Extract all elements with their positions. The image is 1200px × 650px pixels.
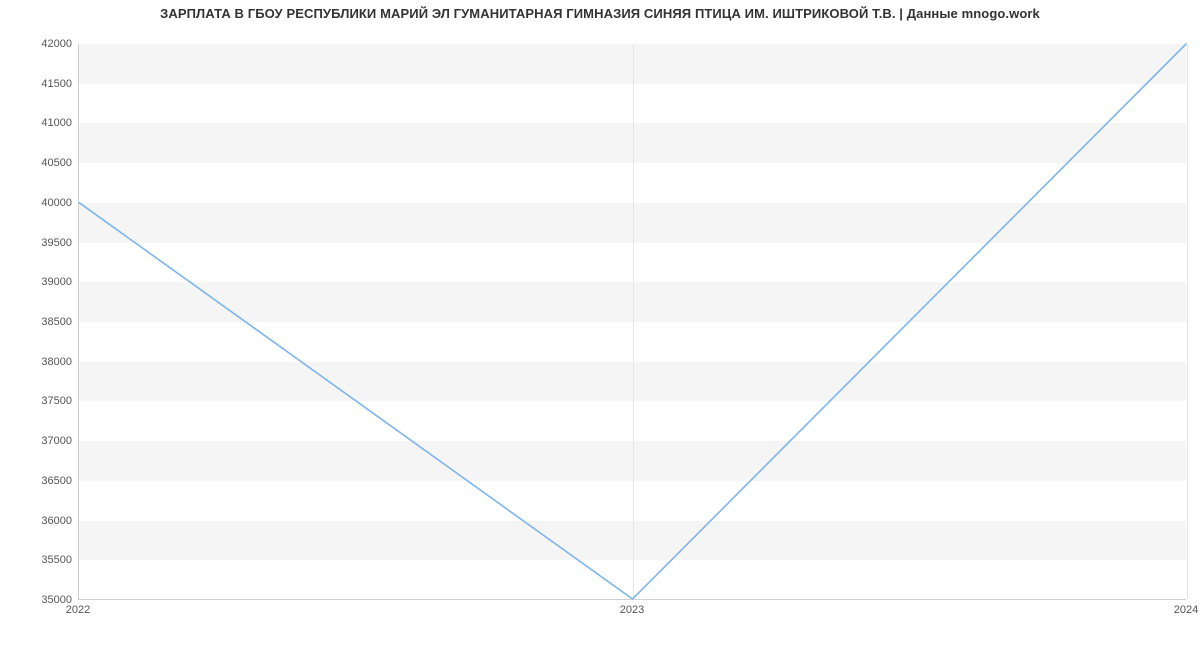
plot-area: [78, 44, 1186, 600]
y-tick-label: 41500: [12, 78, 72, 90]
y-tick-label: 37000: [12, 435, 72, 447]
y-tick-label: 40500: [12, 157, 72, 169]
y-tick-label: 42000: [12, 38, 72, 50]
grid-vertical: [1187, 44, 1188, 599]
line-series: [79, 44, 1186, 599]
chart-title: ЗАРПЛАТА В ГБОУ РЕСПУБЛИКИ МАРИЙ ЭЛ ГУМА…: [0, 6, 1200, 21]
y-tick-label: 36000: [12, 515, 72, 527]
y-tick-label: 40000: [12, 197, 72, 209]
y-tick-label: 37500: [12, 395, 72, 407]
salary-line-chart: ЗАРПЛАТА В ГБОУ РЕСПУБЛИКИ МАРИЙ ЭЛ ГУМА…: [0, 0, 1200, 650]
y-tick-label: 36500: [12, 475, 72, 487]
y-tick-label: 38500: [12, 316, 72, 328]
x-tick-label: 2022: [66, 604, 90, 616]
y-tick-label: 39000: [12, 276, 72, 288]
y-tick-label: 38000: [12, 356, 72, 368]
y-tick-label: 35000: [12, 594, 72, 606]
y-tick-label: 41000: [12, 117, 72, 129]
x-tick-label: 2024: [1174, 604, 1198, 616]
y-tick-label: 35500: [12, 554, 72, 566]
y-tick-label: 39500: [12, 237, 72, 249]
x-tick-label: 2023: [620, 604, 644, 616]
